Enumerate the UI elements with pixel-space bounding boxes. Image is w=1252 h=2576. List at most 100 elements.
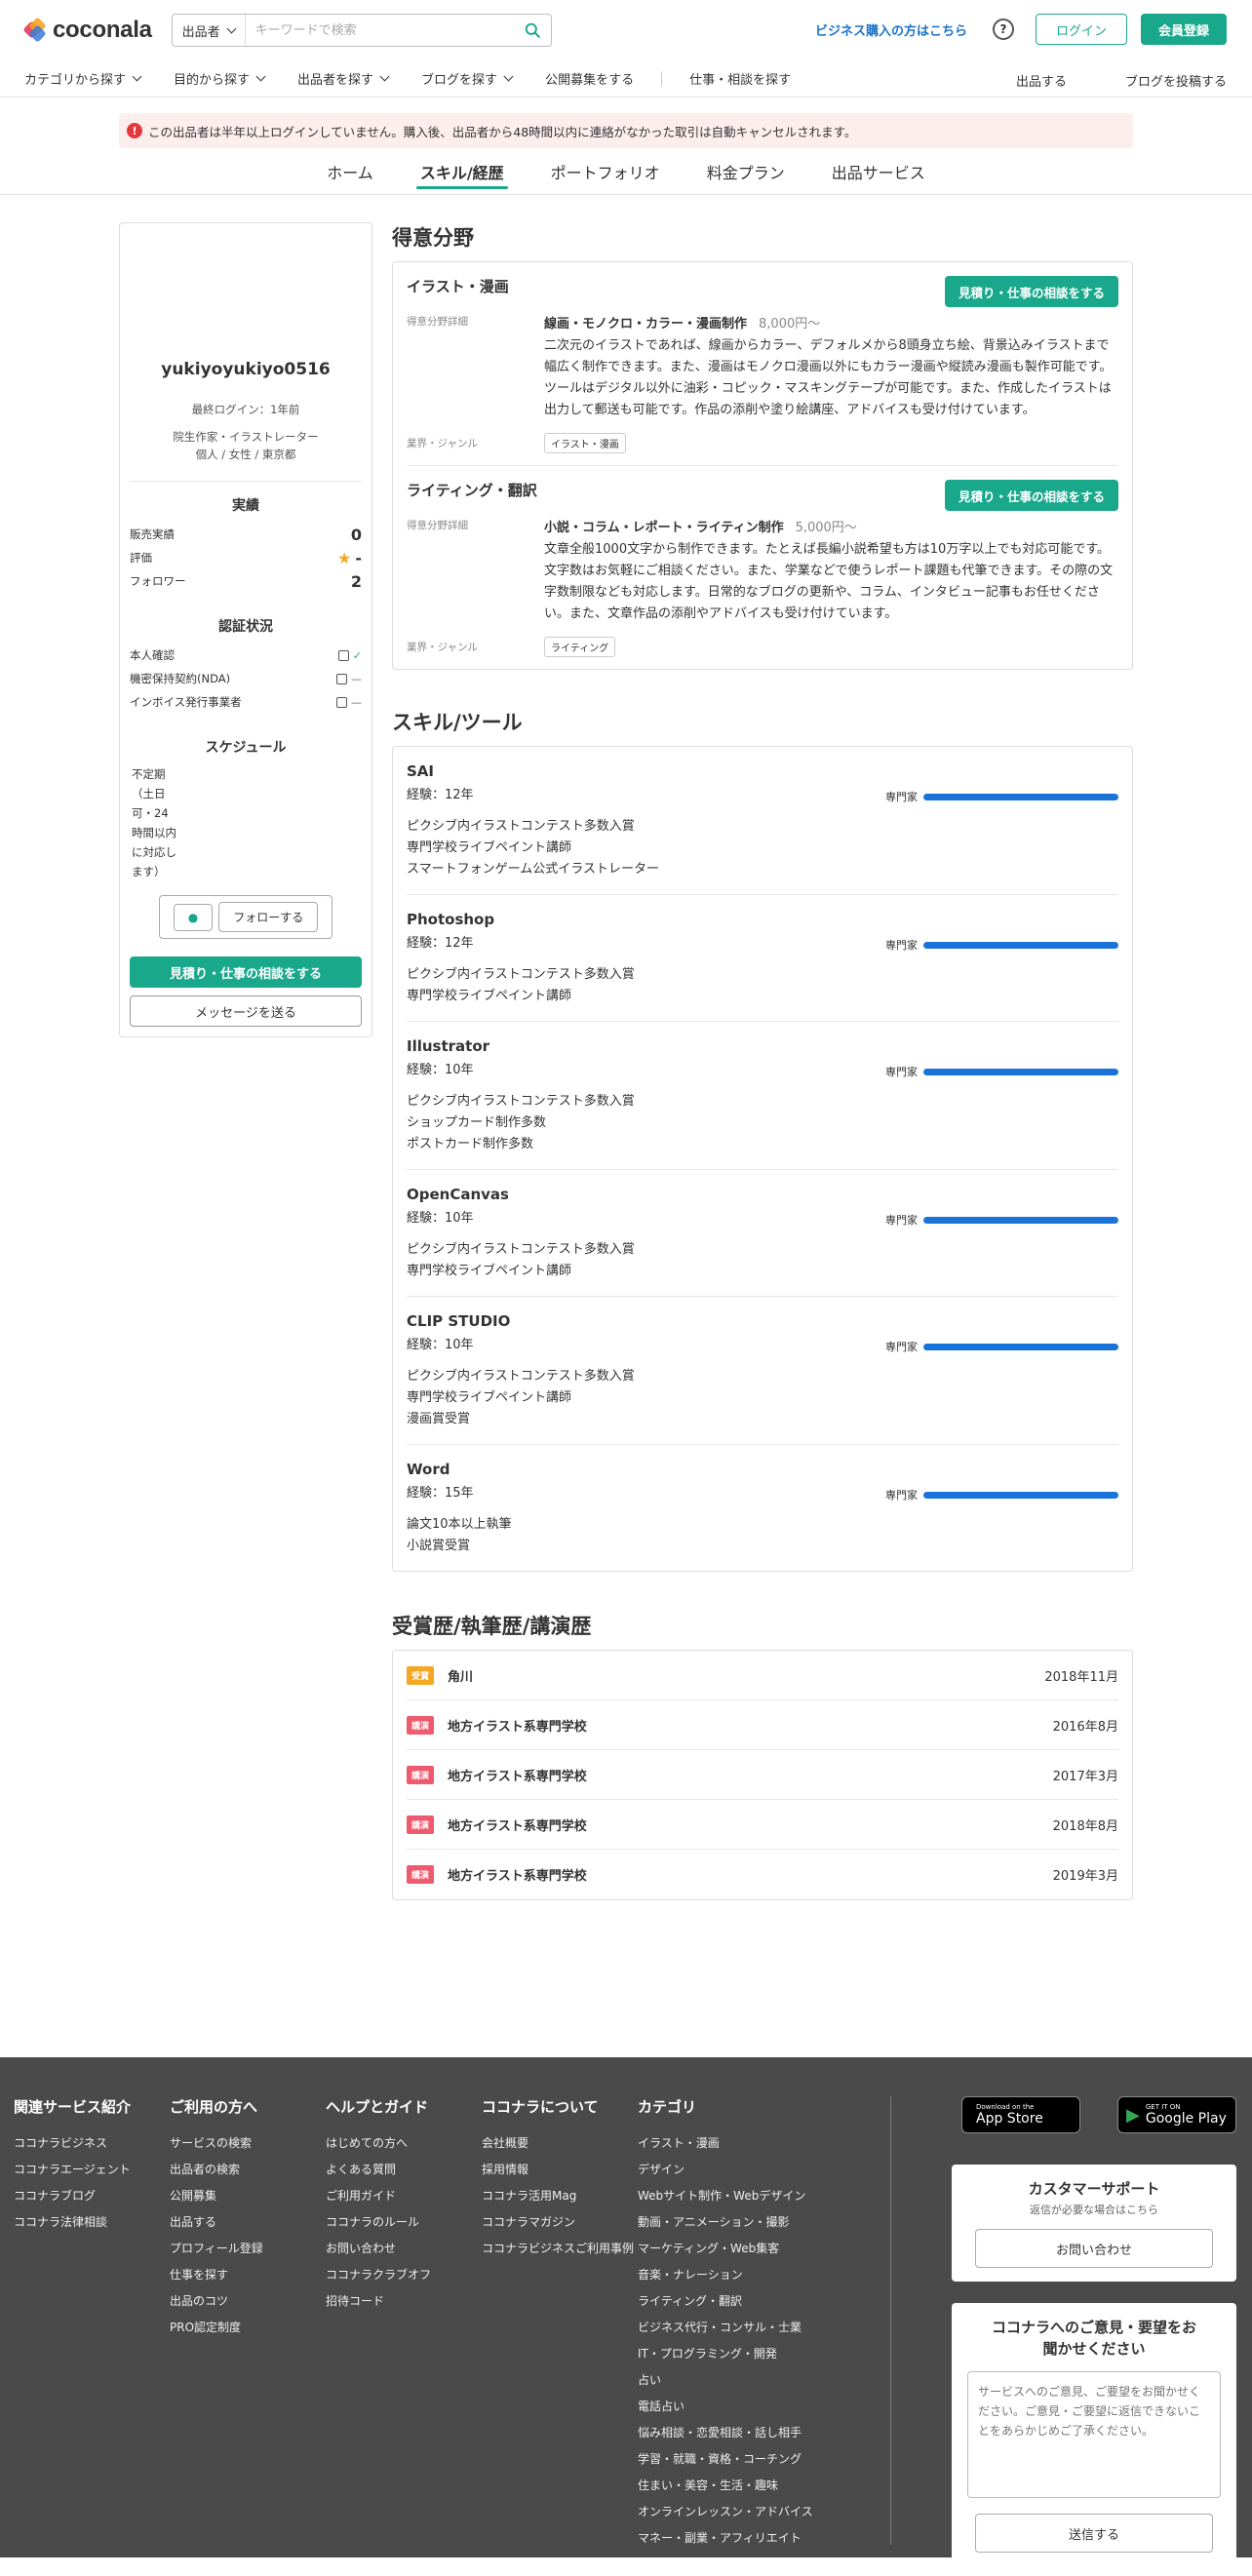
app-store-badge[interactable]: Download on the App Store — [961, 2096, 1080, 2133]
footer-link[interactable]: 出品者の検索 — [170, 2157, 326, 2183]
award-date: 2018年8月 — [1052, 1818, 1118, 1834]
field-consult-button[interactable]: 見積り・仕事の相談をする — [944, 276, 1118, 307]
consult-button[interactable]: 見積り・仕事の相談をする — [130, 956, 362, 988]
award-type-badge: 講演 — [407, 1815, 435, 1834]
footer-link[interactable]: 学習・就職・資格・コーチング — [638, 2446, 833, 2473]
footer-link[interactable]: 仕事を探す — [170, 2262, 326, 2288]
footer-link[interactable]: ココナラ活用Mag — [482, 2183, 638, 2209]
footer-link[interactable]: ココナラビジネスご利用事例 — [482, 2236, 638, 2262]
contact-button[interactable]: お問い合わせ — [975, 2229, 1213, 2268]
search-type-select[interactable]: 出品者 — [173, 15, 246, 46]
footer-link[interactable]: マネー・副業・アフィリエイト — [638, 2525, 833, 2552]
nav-public-request[interactable]: 公開募集をする — [545, 69, 634, 88]
footer-link[interactable]: ココナラ法律相談 — [14, 2209, 170, 2236]
field-description: 二次元のイラストであれば、線画からカラー、デフォルメから8頭身立ち絵、背景込みイ… — [544, 338, 1113, 417]
footer-link[interactable]: Webサイト制作・Webデザイン — [638, 2183, 833, 2209]
skill-level: 専門家 — [885, 789, 1118, 804]
tab-pricing[interactable]: 料金プラン — [703, 148, 789, 195]
footer-link[interactable]: ご利用ガイド — [326, 2183, 482, 2209]
google-play-badge[interactable]: ▶ GET IT ON Google Play — [1117, 2096, 1236, 2133]
nav-sell[interactable]: 出品する — [1016, 71, 1067, 90]
nav-purpose[interactable]: 目的から探す — [174, 69, 266, 88]
chevron-down-icon — [255, 71, 266, 82]
tab-home[interactable]: ホーム — [323, 148, 377, 195]
nav-find-jobs[interactable]: 仕事・相談を探す — [689, 69, 791, 88]
skill-desc-line: 専門学校ライブペイント講師 — [407, 989, 572, 1003]
footer-link[interactable]: 公開募集 — [170, 2183, 326, 2209]
register-button[interactable]: 会員登録 — [1140, 14, 1227, 45]
footer-link[interactable]: 招待コード — [326, 2288, 482, 2315]
last-login: 最終ログイン：1年前 — [191, 403, 300, 416]
field-consult-button[interactable]: 見積り・仕事の相談をする — [944, 480, 1118, 511]
footer-link[interactable]: PRO認定制度 — [170, 2315, 326, 2341]
nav-divider — [661, 70, 663, 87]
footer-link[interactable]: ココナラのルール — [326, 2209, 482, 2236]
footer-link[interactable]: ココナラマガジン — [482, 2209, 638, 2236]
genre-tag[interactable]: イラスト・漫画 — [544, 433, 626, 453]
skill-desc-line: 小説賞受賞 — [407, 1539, 471, 1553]
genre-tag[interactable]: ライティング — [544, 637, 616, 657]
search-input[interactable] — [245, 15, 516, 46]
footer-link[interactable]: 住まい・美容・生活・趣味 — [638, 2473, 833, 2499]
footer-link[interactable]: IT・プログラミング・開発 — [638, 2341, 833, 2367]
footer-link[interactable]: サービスの検索 — [170, 2130, 326, 2157]
footer-link[interactable]: お問い合わせ — [326, 2236, 482, 2262]
tab-portfolio[interactable]: ポートフォリオ — [547, 148, 664, 195]
rating-row: 評価 ★ - — [130, 548, 362, 567]
nav-blog[interactable]: ブログを探す — [421, 69, 514, 88]
footer-link[interactable]: マーケティング・Web集客 — [638, 2236, 833, 2262]
sales-row: 販売実績 0 — [130, 525, 362, 544]
help-icon[interactable]: ? — [992, 19, 1014, 40]
footer-link[interactable]: 電話占い — [638, 2394, 833, 2420]
stats-title: 実績 — [232, 498, 259, 514]
footer-column-title: ココナラについて — [482, 2098, 599, 2116]
footer-link[interactable]: オンラインレッスン・アドバイス — [638, 2499, 833, 2525]
skill-item: Word 経験：15年 専門家 論文10本以上執筆 小説賞受賞 — [407, 1445, 1118, 1571]
coconala-logo[interactable]: coconala — [22, 17, 152, 44]
tab-skills[interactable]: スキル/経歴 — [415, 148, 508, 195]
login-button[interactable]: ログイン — [1035, 14, 1127, 45]
footer-link[interactable]: 出品する — [170, 2209, 326, 2236]
footer-link[interactable]: 音楽・ナレーション — [638, 2262, 833, 2288]
footer-link[interactable]: ビジネス代行・コンサル・士業 — [638, 2315, 833, 2341]
footer-link[interactable]: 出品のコツ — [170, 2288, 326, 2315]
award-type-badge: 講演 — [407, 1765, 435, 1784]
message-button[interactable]: メッセージを送る — [130, 995, 362, 1027]
global-nav: カテゴリから探す 目的から探す 出品者を探す ブログを探す 公開募集をする 仕事… — [0, 60, 1252, 98]
footer-link[interactable]: 会社概要 — [482, 2130, 638, 2157]
footer-link[interactable]: イラスト・漫画 — [638, 2130, 833, 2157]
award-row: 講演 地方イラスト系専門学校 2017年3月 — [407, 1750, 1118, 1800]
skill-level: 専門家 — [885, 1064, 1118, 1079]
chevron-down-icon — [379, 71, 390, 82]
feedback-textarea[interactable] — [967, 2371, 1221, 2498]
skill-name: Illustrator — [407, 1037, 490, 1055]
footer-link[interactable]: よくある質問 — [326, 2157, 482, 2183]
user-plus-icon: ● — [173, 903, 214, 931]
play-icon: ▶ — [1126, 2104, 1140, 2126]
check-icon: ✓ — [352, 648, 362, 662]
support-box: カスタマーサポート 返信が必要な場合はこちら お問い合わせ — [952, 2165, 1236, 2282]
footer-link[interactable]: 動画・アニメーション・撮影 — [638, 2209, 833, 2236]
business-link[interactable]: ビジネス購入の方はこちら — [815, 20, 967, 39]
follow-button[interactable]: ● フォローする — [158, 895, 333, 939]
send-button[interactable]: 送信する — [975, 2514, 1213, 2553]
nav-category[interactable]: カテゴリから探す — [24, 69, 142, 88]
footer-link[interactable]: 採用情報 — [482, 2157, 638, 2183]
nav-post-blog[interactable]: ブログを投稿する — [1125, 71, 1227, 90]
footer-link[interactable]: プロフィール登録 — [170, 2236, 326, 2262]
skills-heading: スキル/ツール — [392, 711, 523, 734]
skill-desc-line: ピクシブ内イラストコンテスト多数入賞 — [407, 1242, 635, 1257]
footer-link[interactable]: ライティング・翻訳 — [638, 2288, 833, 2315]
footer-link[interactable]: はじめての方へ — [326, 2130, 482, 2157]
search-icon[interactable] — [516, 22, 551, 39]
footer-link[interactable]: ココナラエージェント — [14, 2157, 170, 2183]
footer-link[interactable]: ココナラクラブオフ — [326, 2262, 482, 2288]
followers-row: フォロワー 2 — [130, 571, 362, 591]
footer-link[interactable]: 悩み相談・恋愛相談・話し相手 — [638, 2420, 833, 2446]
footer-link[interactable]: デザイン — [638, 2157, 833, 2183]
footer-link[interactable]: 占い — [638, 2367, 833, 2394]
footer-link[interactable]: ココナラビジネス — [14, 2130, 170, 2157]
footer-link[interactable]: ココナラブログ — [14, 2183, 170, 2209]
tab-services[interactable]: 出品サービス — [828, 148, 929, 195]
nav-sellers[interactable]: 出品者を探す — [297, 69, 390, 88]
